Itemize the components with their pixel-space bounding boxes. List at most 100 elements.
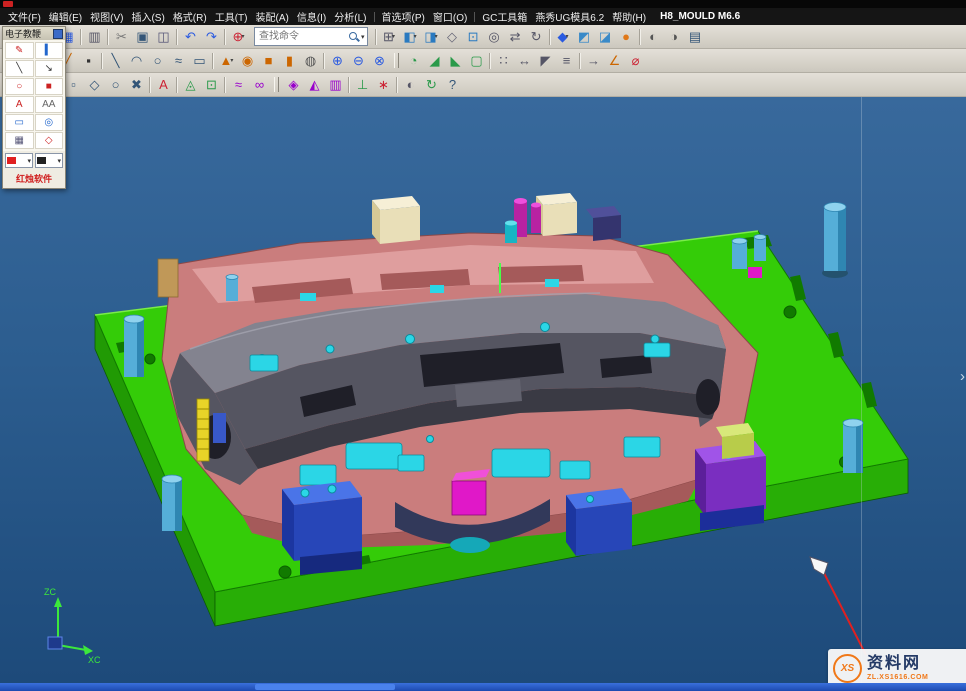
menu-view[interactable]: 视图(V) xyxy=(86,8,127,25)
toolbar-button-wireframe[interactable]: ◇ xyxy=(442,26,463,47)
toolbar-button-isometric-view[interactable]: ◆▾ xyxy=(553,26,574,47)
toolbar-button-revolve[interactable]: ◉ xyxy=(237,50,258,71)
search-icon[interactable] xyxy=(348,31,360,43)
toolbar-button-command-repeat[interactable]: ⊕▾ xyxy=(228,26,249,47)
pen-color-combo[interactable]: ▾ xyxy=(5,153,33,168)
palette-minimize-button[interactable] xyxy=(53,29,63,39)
toolbar-button-rotate-view[interactable]: ↻ xyxy=(526,26,547,47)
menu-insert[interactable]: 插入(S) xyxy=(127,8,168,25)
toolbar-button-cylinder[interactable]: ▮ xyxy=(279,50,300,71)
toolbar-button-wcs-origin[interactable]: ⊡ xyxy=(201,74,222,95)
toolbar-button-window-layout[interactable]: ⊞▾ xyxy=(379,26,400,47)
toolbar-button-snap-endpoint[interactable]: ▫ xyxy=(63,74,84,95)
toolbar-button-rendering-style[interactable]: ◨▾ xyxy=(421,26,442,47)
toolbar-button-redo[interactable]: ↷ xyxy=(201,26,222,47)
epointer-tool-ellipse[interactable]: ○ xyxy=(5,78,34,95)
toolbar-button-cut[interactable]: ✂ xyxy=(111,26,132,47)
toolbar-button-text[interactable]: A xyxy=(153,74,174,95)
menu-gc-toolbox[interactable]: GC工具箱 xyxy=(478,8,531,25)
command-finder-input[interactable] xyxy=(257,30,347,43)
taskbar-app-button[interactable] xyxy=(255,684,395,690)
menu-tools[interactable]: 工具(T) xyxy=(211,8,252,25)
toolbar-button-block[interactable]: ■ xyxy=(258,50,279,71)
toolbar-button-print[interactable]: ▥ xyxy=(84,26,105,47)
toolbar-button-curve-analysis[interactable]: ≈ xyxy=(228,74,249,95)
toolbar-button-rectangle[interactable]: ▭ xyxy=(189,50,210,71)
toolbar-button-view-orientation[interactable]: ◧▾ xyxy=(400,26,421,47)
toolbar-button-sphere-display[interactable]: ● xyxy=(616,26,637,47)
toolbar-button-pattern-feature[interactable]: ∷ xyxy=(493,50,514,71)
toolbar-button-assembly-constraints[interactable]: ⊥ xyxy=(352,74,373,95)
toolbar-button-snap-intersection[interactable]: ✖ xyxy=(126,74,147,95)
toolbar-button-layer-settings[interactable]: ▤ xyxy=(685,26,706,47)
epointer-tool-brush[interactable]: ▍ xyxy=(35,42,64,59)
command-finder[interactable]: ▾ xyxy=(254,27,368,46)
menu-file[interactable]: 文件(F) xyxy=(4,8,45,25)
toolbar-button-help[interactable]: ? xyxy=(442,74,463,95)
toolbar-button-wcs-dynamics[interactable]: ◬ xyxy=(180,74,201,95)
epointer-title-bar[interactable]: 电子教鞭 xyxy=(3,27,65,40)
graphics-viewport[interactable]: ZC XC › XS 资料网 ZL.XS1616.COM xyxy=(0,97,966,683)
taskbar[interactable] xyxy=(0,683,966,691)
pen-width-combo[interactable]: ▾ xyxy=(35,153,63,168)
epointer-tool-text-large[interactable]: A xyxy=(5,96,34,113)
toolbar-button-undo[interactable]: ↶ xyxy=(180,26,201,47)
toolbar-button-measure-diameter[interactable]: ⌀ xyxy=(625,50,646,71)
toolbar-button-edge-blend[interactable]: ◔ xyxy=(403,50,424,71)
toolbar-button-helix[interactable]: ∞ xyxy=(249,74,270,95)
toolbar-button-pan[interactable]: ⇄ xyxy=(505,26,526,47)
toolbar-button-paste[interactable]: ◫ xyxy=(153,26,174,47)
toolbar-button-mirror-feature[interactable]: ↔ xyxy=(514,50,535,71)
toolbar-button-move-object[interactable]: → xyxy=(583,50,604,71)
toolbar-button-offset-surface[interactable]: ≡ xyxy=(556,50,577,71)
epointer-tool-eraser[interactable]: ◇ xyxy=(35,132,64,149)
toolbar-button-arc[interactable]: ◠ xyxy=(126,50,147,71)
menu-assemblies[interactable]: 装配(A) xyxy=(251,8,292,25)
toolbar-button-trim-body[interactable]: ◤ xyxy=(535,50,556,71)
toolbar-button-edit-object-display[interactable]: ◑ xyxy=(664,26,685,47)
menu-format[interactable]: 格式(R) xyxy=(169,8,211,25)
toolbar-button-snap-center[interactable]: ○ xyxy=(105,74,126,95)
toolbar-button-measure-angle[interactable]: ∠ xyxy=(604,50,625,71)
toolbar-button-refresh[interactable]: ↻ xyxy=(421,74,442,95)
toolbar-button-top-view[interactable]: ◪ xyxy=(595,26,616,47)
toolbar-button-electrode-design[interactable]: ▥ xyxy=(325,74,346,95)
toolbar-button-point[interactable]: ▪ xyxy=(78,50,99,71)
toolbar-button-hole[interactable]: ◍ xyxy=(300,50,321,71)
wcs-triad[interactable]: ZC XC xyxy=(44,587,101,665)
toolbar-button-exploded-view[interactable]: ∗ xyxy=(373,74,394,95)
toolbar-button-studio-spline[interactable]: ≈ xyxy=(168,50,189,71)
toolbar-button-show-hide[interactable]: ◐ xyxy=(643,26,664,47)
toolbar-button-intersect[interactable]: ⊗ xyxy=(369,50,390,71)
toolbar-button-subtract[interactable]: ⊖ xyxy=(348,50,369,71)
panel-expand-chevron-icon[interactable]: › xyxy=(960,369,965,384)
menu-preferences[interactable]: 首选项(P) xyxy=(378,8,429,25)
toolbar-button-extrude[interactable]: ▲▾ xyxy=(216,50,237,71)
toolbar-button-chamfer[interactable]: ◢ xyxy=(424,50,445,71)
menu-edit[interactable]: 编辑(E) xyxy=(45,8,86,25)
toolbar-button-object-display[interactable]: ◐ xyxy=(400,74,421,95)
toolbar-button-snap-midpoint[interactable]: ◇ xyxy=(84,74,105,95)
toolbar-button-copy[interactable]: ▣ xyxy=(132,26,153,47)
epointer-tool-magnify[interactable]: ◎ xyxy=(35,114,64,131)
epointer-tool-screen[interactable]: ▭ xyxy=(5,114,34,131)
toolbar-grip[interactable] xyxy=(394,53,399,68)
toolbar-button-draft[interactable]: ◣ xyxy=(445,50,466,71)
toolbar-grip[interactable] xyxy=(274,77,279,92)
menu-analysis[interactable]: 分析(L) xyxy=(330,8,370,25)
epointer-tool-arrow[interactable]: ↘ xyxy=(35,60,64,77)
toolbar-button-front-view[interactable]: ◩ xyxy=(574,26,595,47)
toolbar-button-zoom[interactable]: ◎ xyxy=(484,26,505,47)
toolbar-button-unite[interactable]: ⊕ xyxy=(327,50,348,71)
toolbar-button-circle[interactable]: ○ xyxy=(147,50,168,71)
toolbar-button-line[interactable]: ╲ xyxy=(105,50,126,71)
epointer-tool-rectangle[interactable]: ■ xyxy=(35,78,64,95)
search-caret-icon[interactable]: ▾ xyxy=(361,33,365,41)
toolbar-button-fit-view[interactable]: ⊡ xyxy=(463,26,484,47)
menu-window[interactable]: 窗口(O) xyxy=(429,8,471,25)
menu-help[interactable]: 帮助(H) xyxy=(608,8,650,25)
menu-yanxiu-mold[interactable]: 燕秀UG模具6.2 xyxy=(531,8,608,25)
toolbar-button-mold-wizard[interactable]: ◈ xyxy=(283,74,304,95)
epointer-tool-line[interactable]: ╲ xyxy=(5,60,34,77)
toolbar-button-parting-surface[interactable]: ◭ xyxy=(304,74,325,95)
